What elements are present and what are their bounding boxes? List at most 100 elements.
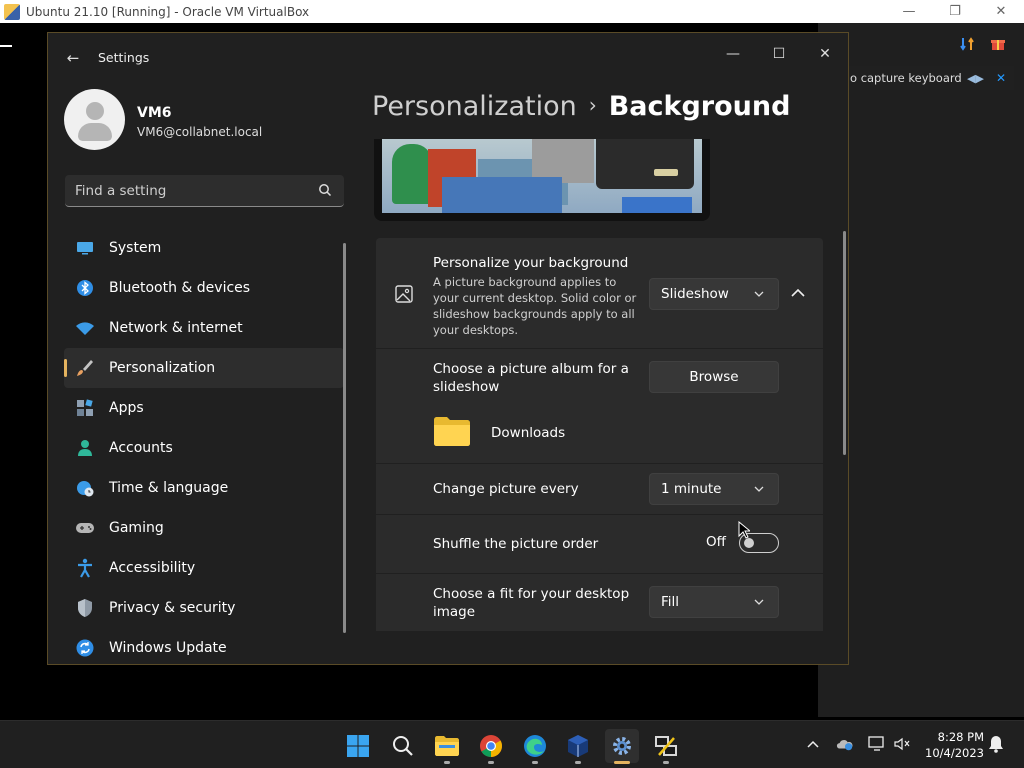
app-title: Settings — [98, 50, 150, 65]
nav-item-windows-update[interactable]: Windows Update — [64, 628, 344, 668]
mouse-pointer-icon — [738, 521, 750, 539]
fit-title: Choose a fit for your desktop image — [433, 586, 630, 620]
user-name: VM6 — [137, 105, 172, 121]
notification-info-icon[interactable]: ◀▶ — [967, 72, 984, 85]
accessibility-icon — [75, 558, 95, 578]
edge-button[interactable] — [518, 729, 552, 764]
desktop-preview — [374, 139, 710, 221]
chevron-down-icon — [754, 486, 764, 492]
avatar — [64, 89, 125, 150]
page-title: Background — [608, 91, 791, 122]
nav-item-personalization[interactable]: Personalization — [64, 348, 344, 388]
clock-date: 10/4/2023 — [925, 746, 984, 760]
nav-label: System — [109, 240, 162, 256]
nav-item-privacy-security[interactable]: Privacy & security — [64, 588, 344, 628]
album-title: Choose a picture album for a slideshow — [433, 361, 629, 395]
taskbar: 8:28 PM 10/4/2023 — [0, 720, 1024, 768]
system-clock[interactable]: 8:28 PM 10/4/2023 — [918, 729, 984, 761]
taskbar-search-button[interactable] — [386, 729, 420, 763]
shuffle-state-label: Off — [706, 534, 726, 550]
virtualbox-window-title: Ubuntu 21.10 [Running] - Oracle VM Virtu… — [26, 4, 310, 19]
nav-label: Gaming — [109, 520, 164, 536]
user-email: VM6@collabnet.local — [137, 125, 263, 139]
vbox-restore-button[interactable]: ❐ — [932, 0, 978, 23]
breadcrumb: Personalization › Background — [372, 91, 790, 122]
onedrive-icon[interactable] — [836, 735, 854, 753]
interval-dropdown[interactable]: 1 minute — [649, 473, 779, 505]
nav-item-bluetooth[interactable]: Bluetooth & devices — [64, 268, 344, 308]
start-button[interactable] — [341, 729, 375, 763]
virtualbox-titlebar: Ubuntu 21.10 [Running] - Oracle VM Virtu… — [0, 0, 1024, 23]
search-icon[interactable] — [318, 183, 332, 197]
toggle-knob — [744, 538, 754, 548]
nav-label: Time & language — [109, 480, 229, 496]
nav-item-accounts[interactable]: Accounts — [64, 428, 344, 468]
nav-label: Windows Update — [109, 640, 227, 656]
clock-time: 8:28 PM — [937, 730, 984, 744]
active-indicator — [64, 359, 67, 377]
gear-icon — [613, 737, 631, 755]
search-input[interactable] — [75, 181, 305, 201]
personalize-background-card: Personalize your background A picture ba… — [376, 238, 823, 348]
chrome-button[interactable] — [474, 729, 508, 764]
browse-button[interactable]: Browse — [649, 361, 779, 393]
nav-label: Personalization — [109, 360, 216, 376]
nav-label: Network & internet — [109, 320, 243, 336]
breadcrumb-parent[interactable]: Personalization — [372, 91, 577, 122]
shuffle-title: Shuffle the picture order — [433, 536, 599, 552]
windows-logo-icon — [347, 735, 369, 757]
settings-titlebar: ← Settings — ☐ ✕ — [48, 33, 848, 83]
search-box[interactable] — [65, 175, 344, 207]
chevron-down-icon — [754, 291, 764, 297]
putty-button[interactable] — [649, 729, 683, 764]
volume-muted-icon[interactable] — [893, 735, 911, 753]
maximize-button[interactable]: ☐ — [756, 39, 802, 69]
active-indicator — [614, 761, 630, 764]
update-icon — [75, 638, 95, 658]
notification-bell-icon[interactable] — [987, 735, 1005, 753]
host-desktop-mark — [0, 45, 12, 47]
background-type-dropdown[interactable]: Slideshow — [649, 278, 779, 310]
apps-icon — [75, 398, 95, 418]
search-icon — [393, 736, 413, 756]
bluetooth-icon — [75, 278, 95, 298]
sort-arrows-icon[interactable] — [960, 36, 976, 52]
virtualbox-button[interactable] — [561, 729, 595, 764]
nav-item-system[interactable]: System — [64, 228, 344, 268]
fit-card: Choose a fit for your desktop image Fill — [376, 574, 823, 631]
personalize-description: A picture background applies to your cur… — [433, 275, 637, 337]
vbox-minimize-button[interactable]: — — [886, 0, 932, 23]
back-arrow-icon[interactable]: ← — [62, 47, 84, 69]
wallpaper-preview-image — [382, 139, 702, 213]
nav-item-accessibility[interactable]: Accessibility — [64, 548, 344, 588]
interval-value: 1 minute — [661, 481, 722, 497]
gift-icon[interactable] — [990, 36, 1006, 52]
shuffle-card: Shuffle the picture order Off — [376, 515, 823, 573]
nav-item-gaming[interactable]: Gaming — [64, 508, 344, 548]
interval-title: Change picture every — [433, 481, 579, 497]
settings-window: ← Settings — ☐ ✕ VM6 VM6@collabnet.local… — [47, 32, 849, 665]
nav-scrollbar[interactable] — [343, 243, 346, 633]
settings-taskbar-button[interactable] — [605, 729, 639, 764]
shield-icon — [75, 598, 95, 618]
album-folder-name[interactable]: Downloads — [491, 425, 565, 441]
nav-item-time-language[interactable]: Time & language — [64, 468, 344, 508]
nav-label: Privacy & security — [109, 600, 236, 616]
minimize-button[interactable]: — — [710, 39, 756, 69]
globe-clock-icon — [75, 478, 95, 498]
chevron-up-icon[interactable] — [788, 285, 808, 301]
show-hidden-icons-chevron-icon[interactable] — [804, 735, 822, 753]
fit-dropdown[interactable]: Fill — [649, 586, 779, 618]
nav-item-apps[interactable]: Apps — [64, 388, 344, 428]
edge-icon — [524, 735, 546, 757]
content-scrollbar[interactable] — [843, 231, 846, 455]
close-button[interactable]: ✕ — [802, 39, 848, 69]
running-indicator — [488, 761, 494, 764]
notification-close-icon[interactable]: ✕ — [996, 71, 1006, 85]
fit-value: Fill — [661, 594, 680, 610]
network-icon[interactable] — [868, 735, 886, 753]
file-explorer-button[interactable] — [430, 729, 464, 764]
nav-item-network[interactable]: Network & internet — [64, 308, 344, 348]
gamepad-icon — [75, 518, 95, 538]
vbox-close-button[interactable]: ✕ — [978, 0, 1024, 23]
